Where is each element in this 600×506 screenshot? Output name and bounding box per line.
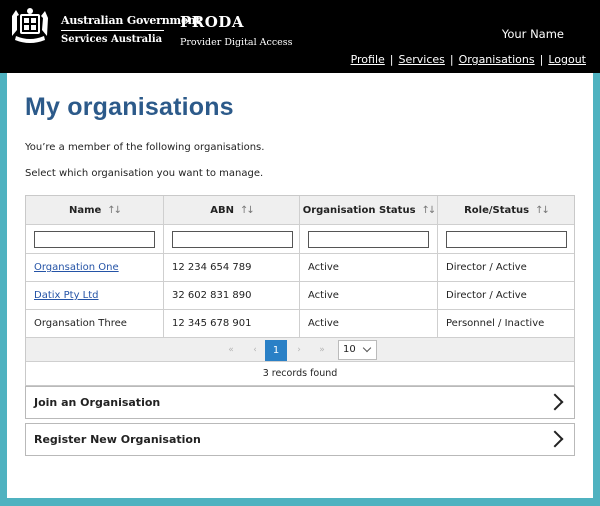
first-page-icon[interactable]: « <box>224 338 238 362</box>
column-header-status[interactable]: Organisation Status ↑↓ <box>300 196 438 224</box>
role-cell: Personnel / Inactive <box>446 318 545 329</box>
page-title: My organisations <box>25 93 234 121</box>
organisation-name-cell: Organsation Three <box>26 310 164 337</box>
sort-icon[interactable]: ↑↓ <box>107 205 122 216</box>
filter-role-input[interactable] <box>446 230 567 248</box>
chevron-right-icon <box>546 393 564 411</box>
table-row: Datix Pty Ltd 32 602 831 890 Active Dire… <box>26 282 574 310</box>
nav-profile-link[interactable]: Profile <box>351 53 385 66</box>
status-cell: Active <box>300 254 438 281</box>
table-row: Organsation Three 12 345 678 901 Active … <box>26 310 574 338</box>
filter-abn-input[interactable] <box>172 230 293 248</box>
current-page-button[interactable]: 1 <box>265 340 287 361</box>
sort-icon[interactable]: ↑↓ <box>240 205 255 216</box>
organisation-link[interactable]: Organsation One <box>34 262 119 273</box>
column-header-role[interactable]: Role/Status ↑↓ <box>438 196 574 224</box>
coat-of-arms-logo <box>12 8 48 43</box>
prev-page-icon[interactable]: ‹ <box>248 338 262 362</box>
intro-text: You’re a member of the following organis… <box>25 142 265 153</box>
user-name: Your Name <box>501 27 564 41</box>
chevron-right-icon <box>546 430 564 448</box>
nav-logout-link[interactable]: Logout <box>548 53 586 66</box>
filter-row <box>26 225 574 254</box>
app-title: PRODA <box>180 13 244 31</box>
instruction-text: Select which organisation you want to ma… <box>25 168 264 179</box>
register-organisation-button[interactable]: Register New Organisation <box>25 423 575 456</box>
abn-cell: 12 234 654 789 <box>164 254 300 281</box>
filter-name-input[interactable] <box>34 230 155 248</box>
role-cell: Director / Active <box>446 290 527 301</box>
organisations-table: Name ↑↓ ABN ↑↓ Organisation Status ↑↓ Role/… <box>25 195 575 386</box>
table-row: Organsation One 12 234 654 789 Active Di… <box>26 254 574 282</box>
records-found-text: 3 records found <box>262 368 338 379</box>
status-cell: Active <box>300 282 438 309</box>
organisation-link[interactable]: Datix Pty Ltd <box>34 290 99 301</box>
abn-cell: 12 345 678 901 <box>164 310 300 337</box>
sort-icon[interactable]: ↑↓ <box>422 205 437 216</box>
top-header: Australian Government Services Australia… <box>0 0 600 73</box>
last-page-icon[interactable]: » <box>315 338 329 362</box>
status-cell: Active <box>300 310 438 337</box>
column-header-name[interactable]: Name ↑↓ <box>26 196 164 224</box>
table-header-row: Name ↑↓ ABN ↑↓ Organisation Status ↑↓ Role/… <box>26 196 574 225</box>
filter-status-input[interactable] <box>308 230 429 248</box>
next-page-icon[interactable]: › <box>292 338 306 362</box>
pagination-bar: « ‹ 1 › » 10 <box>26 338 574 362</box>
gov-divider <box>61 30 164 31</box>
nav-organisations-link[interactable]: Organisations <box>459 53 535 66</box>
role-cell: Director / Active <box>446 262 527 273</box>
abn-cell: 32 602 831 890 <box>164 282 300 309</box>
sort-icon[interactable]: ↑↓ <box>535 205 550 216</box>
top-nav: Profile | Services | Organisations | Logout <box>350 53 586 66</box>
page-size-value: 10 <box>343 344 356 355</box>
page-size-select[interactable]: 10 <box>338 340 377 360</box>
nav-services-link[interactable]: Services <box>398 53 444 66</box>
main-card: My organisations You’re a member of the … <box>7 73 593 498</box>
register-organisation-label: Register New Organisation <box>34 433 201 446</box>
join-organisation-label: Join an Organisation <box>34 396 161 409</box>
column-header-abn[interactable]: ABN ↑↓ <box>164 196 300 224</box>
join-organisation-button[interactable]: Join an Organisation <box>25 386 575 419</box>
app-subtitle: Provider Digital Access <box>180 37 293 48</box>
chevron-down-icon <box>362 343 372 353</box>
